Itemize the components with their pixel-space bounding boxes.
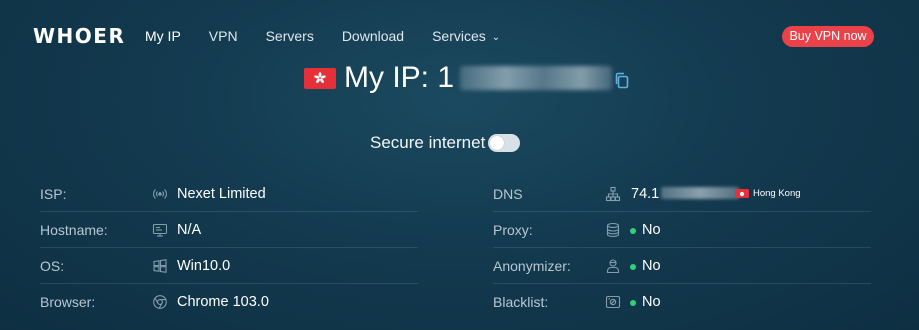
- info-row-anonymizer: Anonymizer: No: [493, 248, 871, 284]
- blacklist-icon: [605, 294, 621, 310]
- nav-item-services-label: Services: [432, 28, 486, 44]
- info-row-blacklist: Blacklist: No: [493, 284, 871, 320]
- os-value: Win10.0: [177, 258, 231, 274]
- nav-item-services[interactable]: Services ⌄: [432, 28, 500, 44]
- blacklist-label: Blacklist:: [493, 294, 549, 310]
- nav-item-my-ip[interactable]: My IP: [145, 28, 181, 44]
- secure-internet-label: Secure internet: [370, 133, 486, 152]
- nav-item-vpn[interactable]: VPN: [209, 28, 238, 44]
- status-dot-proxy: [630, 228, 636, 234]
- blacklist-value: No: [642, 294, 661, 310]
- info-right: DNS 74.1 Hong Kong Proxy: No Anonymizer:…: [493, 176, 871, 320]
- database-icon: [605, 222, 621, 238]
- browser-icon: [152, 294, 168, 310]
- ip-address-redacted: [460, 66, 613, 90]
- proxy-value: No: [642, 222, 661, 238]
- ip-heading: My IP: 1: [304, 60, 630, 96]
- anonymizer-label: Anonymizer:: [493, 258, 571, 274]
- toggle-knob: [490, 136, 505, 150]
- secure-internet-row: Secure internet: [370, 133, 521, 153]
- secure-internet-toggle[interactable]: [488, 134, 521, 152]
- browser-label: Browser:: [40, 294, 96, 310]
- hostname-label: Hostname:: [40, 222, 108, 238]
- hostname-value: N/A: [177, 222, 202, 238]
- dns-value-text: 74.1: [631, 186, 660, 202]
- chevron-down-icon: ⌄: [491, 32, 501, 43]
- info-row-browser: Browser: Chrome 103.0: [40, 284, 418, 320]
- dns-country-label: Hong Kong: [753, 188, 801, 199]
- info-row-proxy: Proxy: No: [493, 212, 871, 248]
- dns-country: Hong Kong: [735, 188, 801, 199]
- logo[interactable]: WHOER: [33, 24, 125, 48]
- nav-item-servers[interactable]: Servers: [266, 28, 314, 44]
- proxy-label: Proxy:: [493, 222, 533, 238]
- user-icon: [605, 258, 621, 274]
- dns-address-redacted: [661, 187, 740, 199]
- server-screen-icon: [152, 222, 168, 238]
- flag-hong-kong-icon: [304, 67, 336, 89]
- ip-title: My IP: 1: [344, 61, 455, 94]
- isp-value: Nexet Limited: [177, 186, 266, 202]
- nav-item-download[interactable]: Download: [342, 28, 404, 44]
- browser-value: Chrome 103.0: [177, 294, 269, 310]
- flag-hong-kong-icon: [735, 189, 749, 198]
- main-nav: My IP VPN Servers Download Services ⌄: [145, 28, 528, 44]
- status-dot-anonymizer: [630, 264, 636, 270]
- buy-vpn-button[interactable]: Buy VPN now: [782, 26, 874, 47]
- copy-icon[interactable]: [614, 72, 630, 90]
- anonymizer-value: No: [642, 258, 661, 274]
- signal-icon: [152, 186, 168, 202]
- status-dot-blacklist: [630, 300, 636, 306]
- network-icon: [605, 186, 621, 202]
- isp-label: ISP:: [40, 186, 67, 202]
- info-row-isp: ISP: Nexet Limited: [40, 176, 418, 212]
- os-label: OS:: [40, 258, 65, 274]
- windows-icon: [152, 258, 168, 274]
- info-row-dns: DNS 74.1 Hong Kong: [493, 176, 871, 212]
- info-left: ISP: Nexet Limited Hostname: N/A OS: Win…: [40, 176, 418, 320]
- info-row-os: OS: Win10.0: [40, 248, 418, 284]
- dns-value: 74.1: [631, 186, 740, 202]
- info-row-hostname: Hostname: N/A: [40, 212, 418, 248]
- dns-label: DNS: [493, 186, 523, 202]
